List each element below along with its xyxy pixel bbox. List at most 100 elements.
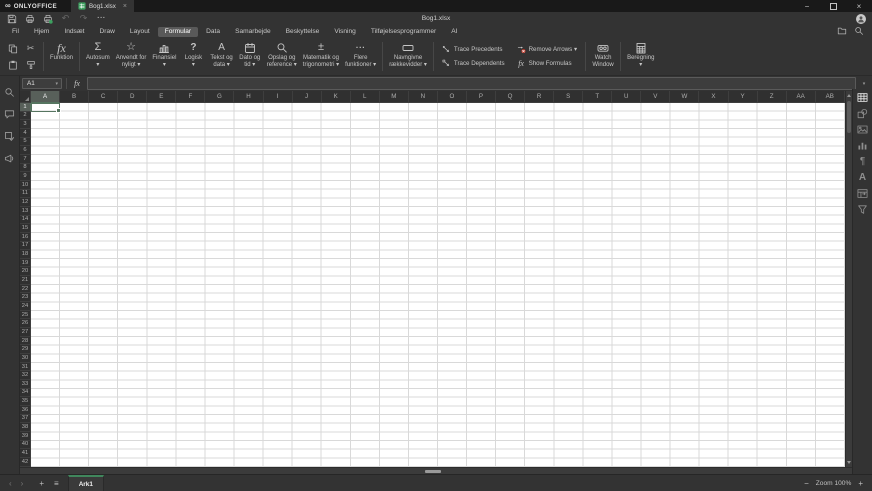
sheet-list-icon[interactable]: ≡ xyxy=(49,479,64,488)
row-header-10[interactable]: 10 xyxy=(20,180,31,190)
column-header-i[interactable]: I xyxy=(263,91,293,103)
tab-fil[interactable]: Fil xyxy=(5,27,26,37)
row-header-32[interactable]: 32 xyxy=(20,371,31,380)
prev-sheet-icon[interactable]: ‹ xyxy=(9,479,12,488)
cells-area[interactable] xyxy=(31,103,845,467)
column-header-u[interactable]: U xyxy=(612,91,642,103)
horizontal-scrollbar[interactable] xyxy=(20,467,852,474)
column-header-y[interactable]: Y xyxy=(728,91,758,103)
row-header-17[interactable]: 17 xyxy=(20,241,31,251)
column-header-q[interactable]: Q xyxy=(496,91,526,103)
column-header-a[interactable]: A xyxy=(31,91,61,103)
row-header-40[interactable]: 40 xyxy=(20,440,31,450)
cell-settings-button[interactable] xyxy=(857,92,869,103)
zoom-in-button[interactable]: + xyxy=(858,479,863,488)
row-header-5[interactable]: 5 xyxy=(20,137,31,147)
name-box[interactable]: A1 ▾ xyxy=(22,78,62,89)
column-header-h[interactable]: H xyxy=(234,91,264,103)
worksheet-grid[interactable]: A B C D E F G H I J K L M N O P Q R S T U V W X Y Z AA AB 123456789… xyxy=(20,91,845,467)
column-header-k[interactable]: K xyxy=(321,91,351,103)
row-header-14[interactable]: 14 xyxy=(20,215,31,225)
row-header-23[interactable]: 23 xyxy=(20,293,31,303)
column-header-b[interactable]: B xyxy=(60,91,90,103)
print-button[interactable] xyxy=(23,13,36,24)
zoom-out-button[interactable]: − xyxy=(804,479,809,488)
copy-button[interactable] xyxy=(6,42,19,55)
column-header-f[interactable]: F xyxy=(176,91,206,103)
row-header-35[interactable]: 35 xyxy=(20,397,31,406)
row-header-18[interactable]: 18 xyxy=(20,250,31,259)
formula-input[interactable] xyxy=(87,77,856,90)
finansiel-button[interactable]: Finansiel ▾ xyxy=(149,38,179,68)
paragraph-settings-button[interactable]: ¶ xyxy=(857,156,869,167)
row-header-13[interactable]: 13 xyxy=(20,206,31,216)
tekst-og-button[interactable]: A Tekst og data ▾ xyxy=(207,38,235,68)
add-sheet-button[interactable]: + xyxy=(34,479,49,488)
row-header-6[interactable]: 6 xyxy=(20,146,31,155)
row-header-7[interactable]: 7 xyxy=(20,154,31,164)
row-header-36[interactable]: 36 xyxy=(20,405,31,415)
column-header-v[interactable]: V xyxy=(641,91,671,103)
row-header-16[interactable]: 16 xyxy=(20,232,31,242)
tab-visning[interactable]: Visning xyxy=(327,27,363,37)
close-button[interactable]: × xyxy=(846,0,872,12)
row-header-30[interactable]: 30 xyxy=(20,354,31,363)
column-header-p[interactable]: P xyxy=(466,91,496,103)
scroll-down-icon[interactable] xyxy=(847,461,851,464)
row-header-31[interactable]: 31 xyxy=(20,362,31,372)
copy-style-button[interactable] xyxy=(24,58,37,71)
tab-inds-t[interactable]: Indsæt xyxy=(57,27,91,37)
matematik-og-button[interactable]: ± Matematik og trigonometri ▾ xyxy=(300,38,342,68)
row-header-3[interactable]: 3 xyxy=(20,120,31,129)
tab-draw[interactable]: Draw xyxy=(93,27,122,37)
feedback-button[interactable] xyxy=(4,152,16,164)
tab-ai[interactable]: AI xyxy=(444,27,464,37)
tab-tilf-jelsesprogrammer[interactable]: Tilføjelsesprogrammer xyxy=(364,27,443,37)
column-header-m[interactable]: M xyxy=(379,91,409,103)
beregning-button[interactable]: Beregning ▾ xyxy=(624,38,657,68)
funktion-button[interactable]: fx Funktion xyxy=(47,38,76,62)
tab-layout[interactable]: Layout xyxy=(123,27,157,37)
textart-settings-button[interactable]: A xyxy=(857,172,869,183)
tab-hjem[interactable]: Hjem xyxy=(27,27,56,37)
select-all-corner[interactable] xyxy=(20,91,31,103)
autosum-button[interactable]: Σ Autosum ▾ xyxy=(83,38,113,68)
show-formulas-button[interactable]: fx Show Formulas xyxy=(517,59,578,68)
slicer-settings-button[interactable] xyxy=(857,204,869,215)
row-header-2[interactable]: 2 xyxy=(20,111,31,121)
column-header-w[interactable]: W xyxy=(670,91,700,103)
more-button[interactable]: ··· xyxy=(95,13,108,24)
cut-button[interactable]: ✂ xyxy=(24,42,37,55)
flere-button[interactable]: ··· Flere funktioner ▾ xyxy=(342,38,379,68)
row-header-11[interactable]: 11 xyxy=(20,189,31,199)
zoom-level[interactable]: Zoom 100% xyxy=(816,480,852,487)
document-tab[interactable]: Bog1.xlsx × xyxy=(71,0,134,12)
paste-button[interactable] xyxy=(6,58,19,71)
row-header-1[interactable]: 1 xyxy=(20,103,31,112)
opslag-og-button[interactable]: Opslag og reference ▾ xyxy=(264,38,300,68)
row-header-9[interactable]: 9 xyxy=(20,172,31,181)
quick-print-button[interactable] xyxy=(41,13,54,24)
column-header-d[interactable]: D xyxy=(118,91,148,103)
maximize-button[interactable] xyxy=(820,0,846,12)
row-header-28[interactable]: 28 xyxy=(20,336,31,346)
row-header-19[interactable]: 19 xyxy=(20,258,31,268)
comments-button[interactable] xyxy=(4,108,16,120)
row-header-20[interactable]: 20 xyxy=(20,267,31,277)
row-header-39[interactable]: 39 xyxy=(20,431,31,441)
row-header-21[interactable]: 21 xyxy=(20,276,31,285)
collapse-formula-bar-icon[interactable]: ▾ xyxy=(856,81,872,87)
row-header-12[interactable]: 12 xyxy=(20,198,31,207)
chart-settings-button[interactable] xyxy=(857,140,869,151)
search-button[interactable] xyxy=(4,86,16,98)
redo-button[interactable]: ↷ xyxy=(77,13,90,24)
pivot-settings-button[interactable] xyxy=(857,188,869,199)
column-header-e[interactable]: E xyxy=(147,91,177,103)
scroll-up-icon[interactable] xyxy=(847,94,851,97)
row-header-25[interactable]: 25 xyxy=(20,310,31,320)
row-header-27[interactable]: 27 xyxy=(20,328,31,337)
row-header-22[interactable]: 22 xyxy=(20,284,31,294)
column-header-j[interactable]: J xyxy=(292,91,322,103)
row-header-41[interactable]: 41 xyxy=(20,449,31,458)
watch-button[interactable]: Watch Window xyxy=(589,38,617,68)
